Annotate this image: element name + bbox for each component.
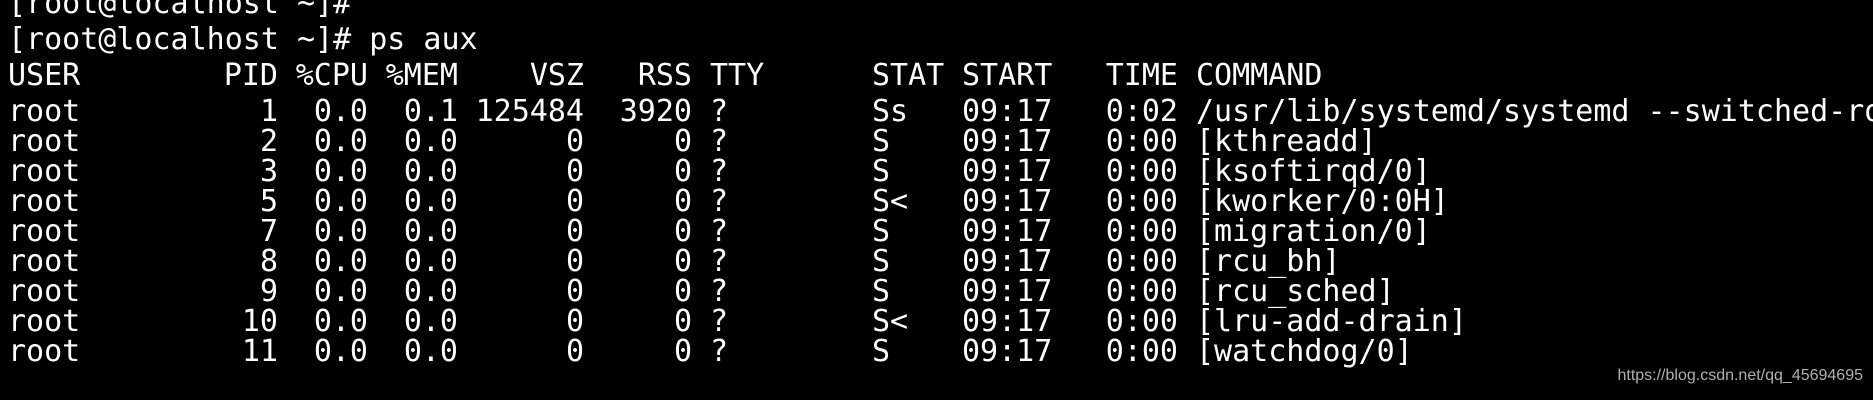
header-command: COMMAND <box>1196 58 1323 93</box>
header-cpu: %CPU <box>295 58 368 93</box>
cell-stat: S <box>872 334 891 369</box>
header-pid: PID <box>223 58 278 93</box>
cell-time: 0:00 <box>1105 334 1178 369</box>
cell-command: [watchdog/0] <box>1196 334 1413 369</box>
header-user: USER <box>8 58 81 93</box>
cell-cpu: 0.0 <box>313 334 368 369</box>
header-time: TIME <box>1105 58 1178 93</box>
watermark: https://blog.csdn.net/qq_45694695 <box>1617 367 1863 384</box>
command-line: [root@localhost ~]# ps aux <box>8 22 478 57</box>
terminal-window[interactable]: [root@localhost ~]# [root@localhost ~]# … <box>0 0 1873 400</box>
cell-mem: 0.0 <box>403 334 458 369</box>
header-start: START <box>962 58 1053 93</box>
cell-vsz: 0 <box>565 334 584 369</box>
ps-header-row: USER PID %CPU %MEM VSZ RSS TTY STAT START TIME COM… <box>8 58 1322 94</box>
cell-rss: 0 <box>673 334 692 369</box>
table-row: root 11 0.0 0.0 0 0? S 09:17 0:00 [watchdog/0] <box>8 334 1413 370</box>
cell-pid: 11 <box>241 334 278 369</box>
cell-tty: ? <box>710 334 729 369</box>
cell-start: 09:17 <box>962 334 1053 369</box>
cell-user: root <box>8 334 81 369</box>
header-mem: %MEM <box>385 58 458 93</box>
prompt-line: [root@localhost ~]# <box>8 0 352 21</box>
header-rss: RSS <box>637 58 692 93</box>
header-stat: STAT <box>872 58 945 93</box>
header-vsz: VSZ <box>529 58 584 93</box>
header-tty: TTY <box>710 58 765 93</box>
